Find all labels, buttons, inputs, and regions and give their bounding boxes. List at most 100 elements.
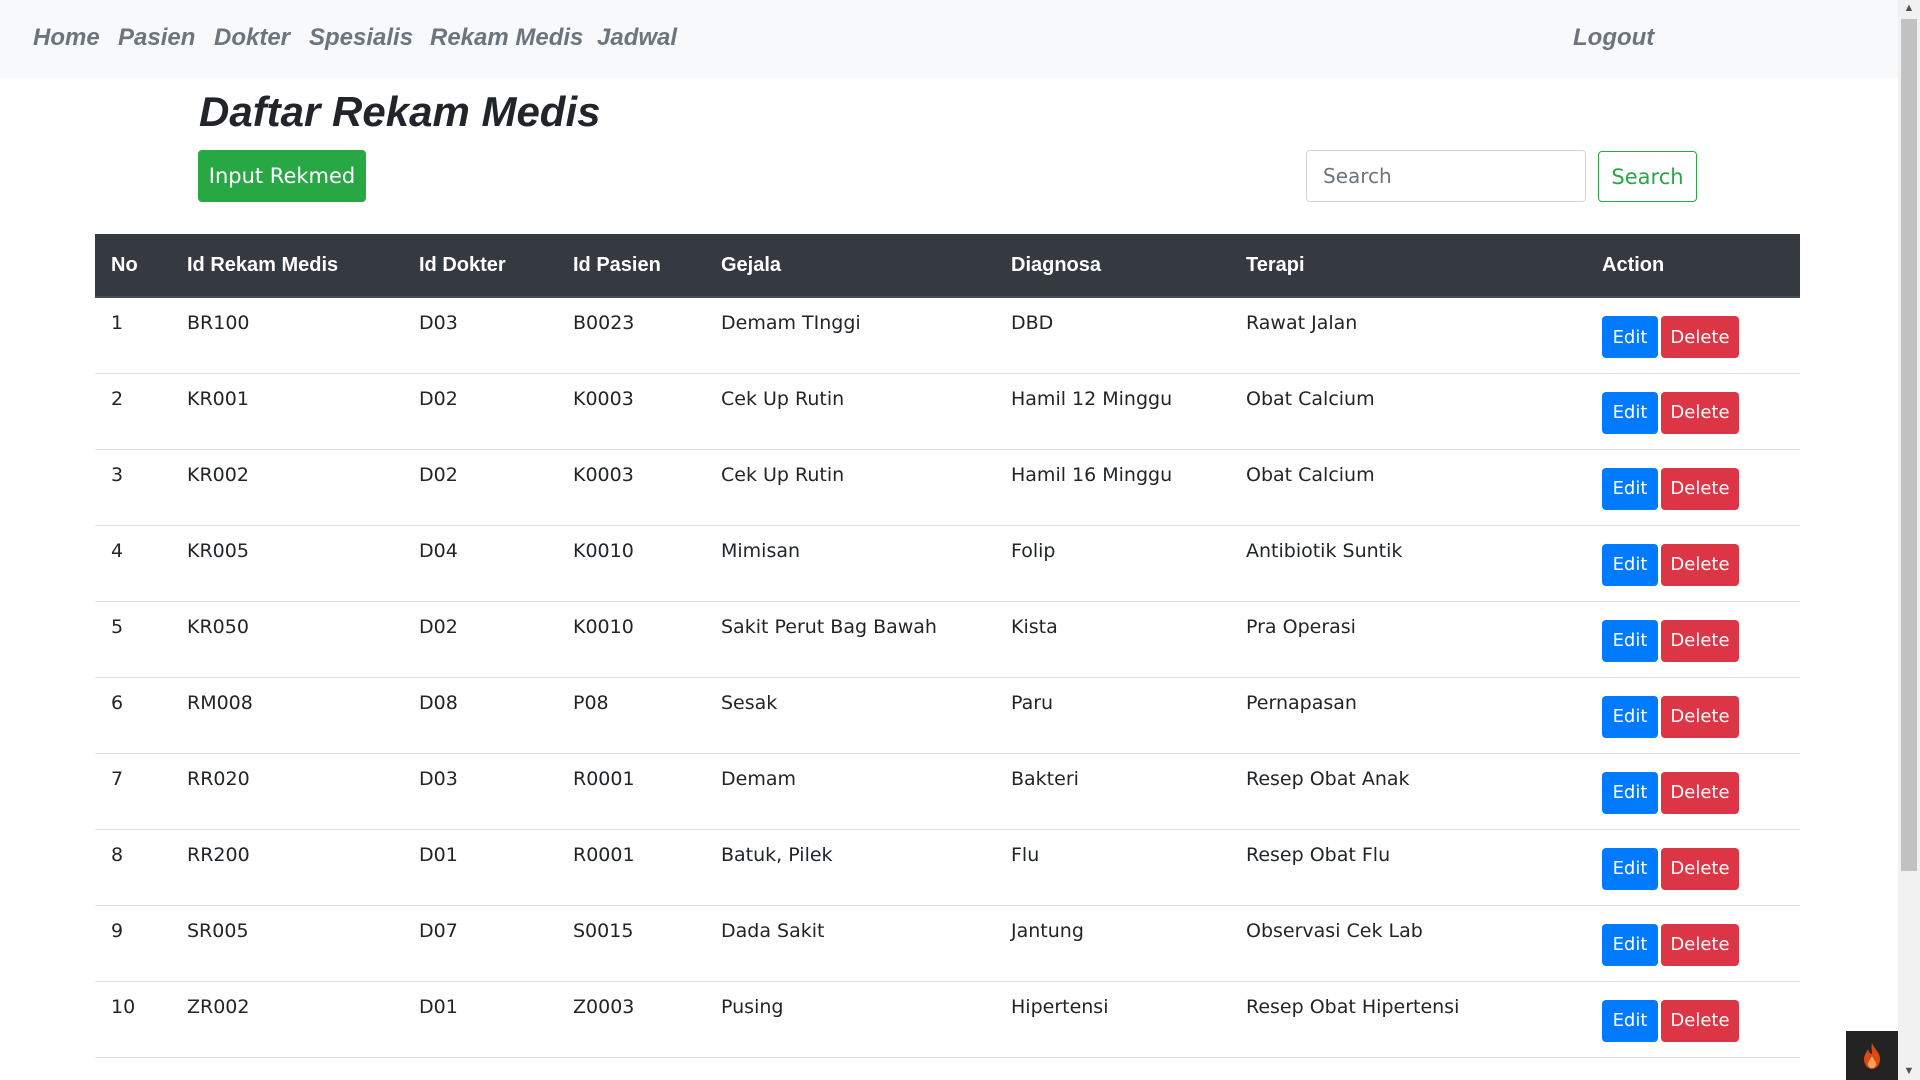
cell-terapi: Resep Obat Anak — [1230, 753, 1586, 830]
table-row: 3 KR002 D02 K0003 Cek Up Rutin Hamil 16 Mingg… — [95, 449, 1800, 526]
delete-button[interactable]: Delete — [1661, 467, 1739, 510]
search-input[interactable] — [1306, 150, 1586, 202]
edit-button[interactable]: Edit — [1602, 847, 1658, 890]
cell-action: Edit Delete — [1586, 449, 1800, 526]
nav-logout[interactable]: Logout — [1573, 24, 1654, 52]
page-title: Daftar Rekam Medis — [199, 88, 601, 135]
cell-id-pasien: P08 — [557, 677, 705, 754]
debug-toolbar-button[interactable] — [1846, 1031, 1898, 1080]
nav-home[interactable]: Home — [33, 24, 100, 52]
edit-button[interactable]: Edit — [1602, 771, 1658, 814]
cell-no: 5 — [95, 601, 171, 678]
edit-button[interactable]: Edit — [1602, 467, 1658, 510]
edit-button[interactable]: Edit — [1602, 543, 1658, 586]
cell-action: Edit Delete — [1586, 829, 1800, 906]
cell-id-dokter: D01 — [403, 829, 557, 906]
vertical-scrollbar[interactable]: ▲ ▼ — [1898, 0, 1920, 1080]
cell-action: Edit Delete — [1586, 297, 1800, 374]
cell-action: Edit Delete — [1586, 753, 1800, 830]
delete-button[interactable]: Delete — [1661, 695, 1739, 738]
column-header-gejala: Gejala — [705, 234, 995, 298]
cell-id-pasien: K0003 — [557, 373, 705, 450]
edit-button[interactable]: Edit — [1602, 316, 1658, 358]
table-row: 10 ZR002 D01 Z0003 Pusing Hipertensi Resep Oba… — [95, 981, 1800, 1058]
cell-diagnosa: Hipertensi — [995, 981, 1230, 1058]
cell-diagnosa: Hamil 16 Minggu — [995, 449, 1230, 526]
cell-id-pasien: K0003 — [557, 449, 705, 526]
delete-button[interactable]: Delete — [1661, 923, 1739, 966]
edit-button[interactable]: Edit — [1602, 391, 1658, 434]
delete-button[interactable]: Delete — [1661, 391, 1739, 434]
nav-jadwal[interactable]: Jadwal — [597, 24, 677, 52]
cell-terapi: Pra Operasi — [1230, 601, 1586, 678]
search-button[interactable]: Search — [1598, 151, 1697, 202]
nav-dokter[interactable]: Dokter — [214, 24, 290, 52]
nav-spesialis[interactable]: Spesialis — [309, 24, 413, 52]
cell-diagnosa: Paru — [995, 677, 1230, 754]
cell-id-dokter: D04 — [403, 525, 557, 602]
table-header: No Id Rekam Medis Id Dokter Id Pasien Ge… — [95, 234, 1800, 298]
scroll-up-arrow-icon[interactable]: ▲ — [1898, 0, 1920, 17]
cell-id-dokter: D03 — [403, 753, 557, 830]
cell-gejala: Pusing — [705, 981, 995, 1058]
column-header-no: No — [95, 234, 171, 298]
cell-diagnosa: Folip — [995, 525, 1230, 602]
table-header-row: No Id Rekam Medis Id Dokter Id Pasien Ge… — [95, 234, 1800, 298]
nav-pasien[interactable]: Pasien — [118, 24, 195, 52]
delete-button[interactable]: Delete — [1661, 543, 1739, 586]
edit-button[interactable]: Edit — [1602, 695, 1658, 738]
cell-no: 6 — [95, 677, 171, 754]
cell-id-pasien: Z0003 — [557, 981, 705, 1058]
cell-terapi: Rawat Jalan — [1230, 297, 1586, 374]
cell-no: 10 — [95, 981, 171, 1058]
table-row: 2 KR001 D02 K0003 Cek Up Rutin Hamil 12 Mingg… — [95, 373, 1800, 450]
cell-gejala: Dada Sakit — [705, 905, 995, 982]
cell-no: 1 — [95, 297, 171, 374]
cell-id-rekam-medis: BR100 — [171, 297, 403, 374]
table-row: 9 SR005 D07 S0015 Dada Sakit Jantung Observasi… — [95, 905, 1800, 982]
cell-gejala: Demam TInggi — [705, 297, 995, 374]
column-header-id-pasien: Id Pasien — [557, 234, 705, 298]
cell-id-pasien: S0015 — [557, 905, 705, 982]
delete-button[interactable]: Delete — [1661, 847, 1739, 890]
cell-diagnosa: DBD — [995, 297, 1230, 374]
cell-terapi: Resep Obat Flu — [1230, 829, 1586, 906]
edit-button[interactable]: Edit — [1602, 999, 1658, 1042]
cell-gejala: Sesak — [705, 677, 995, 754]
cell-gejala: Mimisan — [705, 525, 995, 602]
column-header-id-rekam-medis: Id Rekam Medis — [171, 234, 403, 298]
cell-no: 8 — [95, 829, 171, 906]
cell-id-rekam-medis: KR050 — [171, 601, 403, 678]
cell-diagnosa: Flu — [995, 829, 1230, 906]
cell-id-dokter: D01 — [403, 981, 557, 1058]
cell-id-dokter: D07 — [403, 905, 557, 982]
cell-id-pasien: K0010 — [557, 601, 705, 678]
cell-id-pasien: R0001 — [557, 753, 705, 830]
delete-button[interactable]: Delete — [1661, 619, 1739, 662]
cell-id-dokter: D03 — [403, 297, 557, 374]
table-row: 4 KR005 D04 K0010 Mimisan Folip Antibiotik Sun… — [95, 525, 1800, 602]
cell-gejala: Cek Up Rutin — [705, 373, 995, 450]
delete-button[interactable]: Delete — [1661, 771, 1739, 814]
scroll-down-arrow-icon[interactable]: ▼ — [1898, 1063, 1920, 1080]
delete-button[interactable]: Delete — [1661, 316, 1739, 358]
cell-gejala: Demam — [705, 753, 995, 830]
edit-button[interactable]: Edit — [1602, 619, 1658, 662]
cell-id-rekam-medis: SR005 — [171, 905, 403, 982]
cell-id-pasien: K0010 — [557, 525, 705, 602]
table-row: 7 RR020 D03 R0001 Demam Bakteri Resep Obat Ana… — [95, 753, 1800, 830]
delete-button[interactable]: Delete — [1661, 999, 1739, 1042]
table-row: 6 RM008 D08 P08 Sesak Paru Pernapasan Edit Delet… — [95, 677, 1800, 754]
edit-button[interactable]: Edit — [1602, 923, 1658, 966]
cell-gejala: Batuk, Pilek — [705, 829, 995, 906]
nav-rekam-medis[interactable]: Rekam Medis — [430, 24, 583, 52]
cell-id-rekam-medis: RR200 — [171, 829, 403, 906]
scrollbar-thumb[interactable] — [1901, 19, 1917, 871]
cell-diagnosa: Jantung — [995, 905, 1230, 982]
cell-terapi: Obat Calcium — [1230, 373, 1586, 450]
cell-diagnosa: Hamil 12 Minggu — [995, 373, 1230, 450]
cell-terapi: Observasi Cek Lab — [1230, 905, 1586, 982]
cell-id-pasien: R0001 — [557, 829, 705, 906]
input-rekmed-button[interactable]: Input Rekmed — [198, 150, 366, 202]
table-body: 1 BR100 D03 B0023 Demam TInggi DBD Rawat Jalan… — [95, 297, 1800, 1058]
